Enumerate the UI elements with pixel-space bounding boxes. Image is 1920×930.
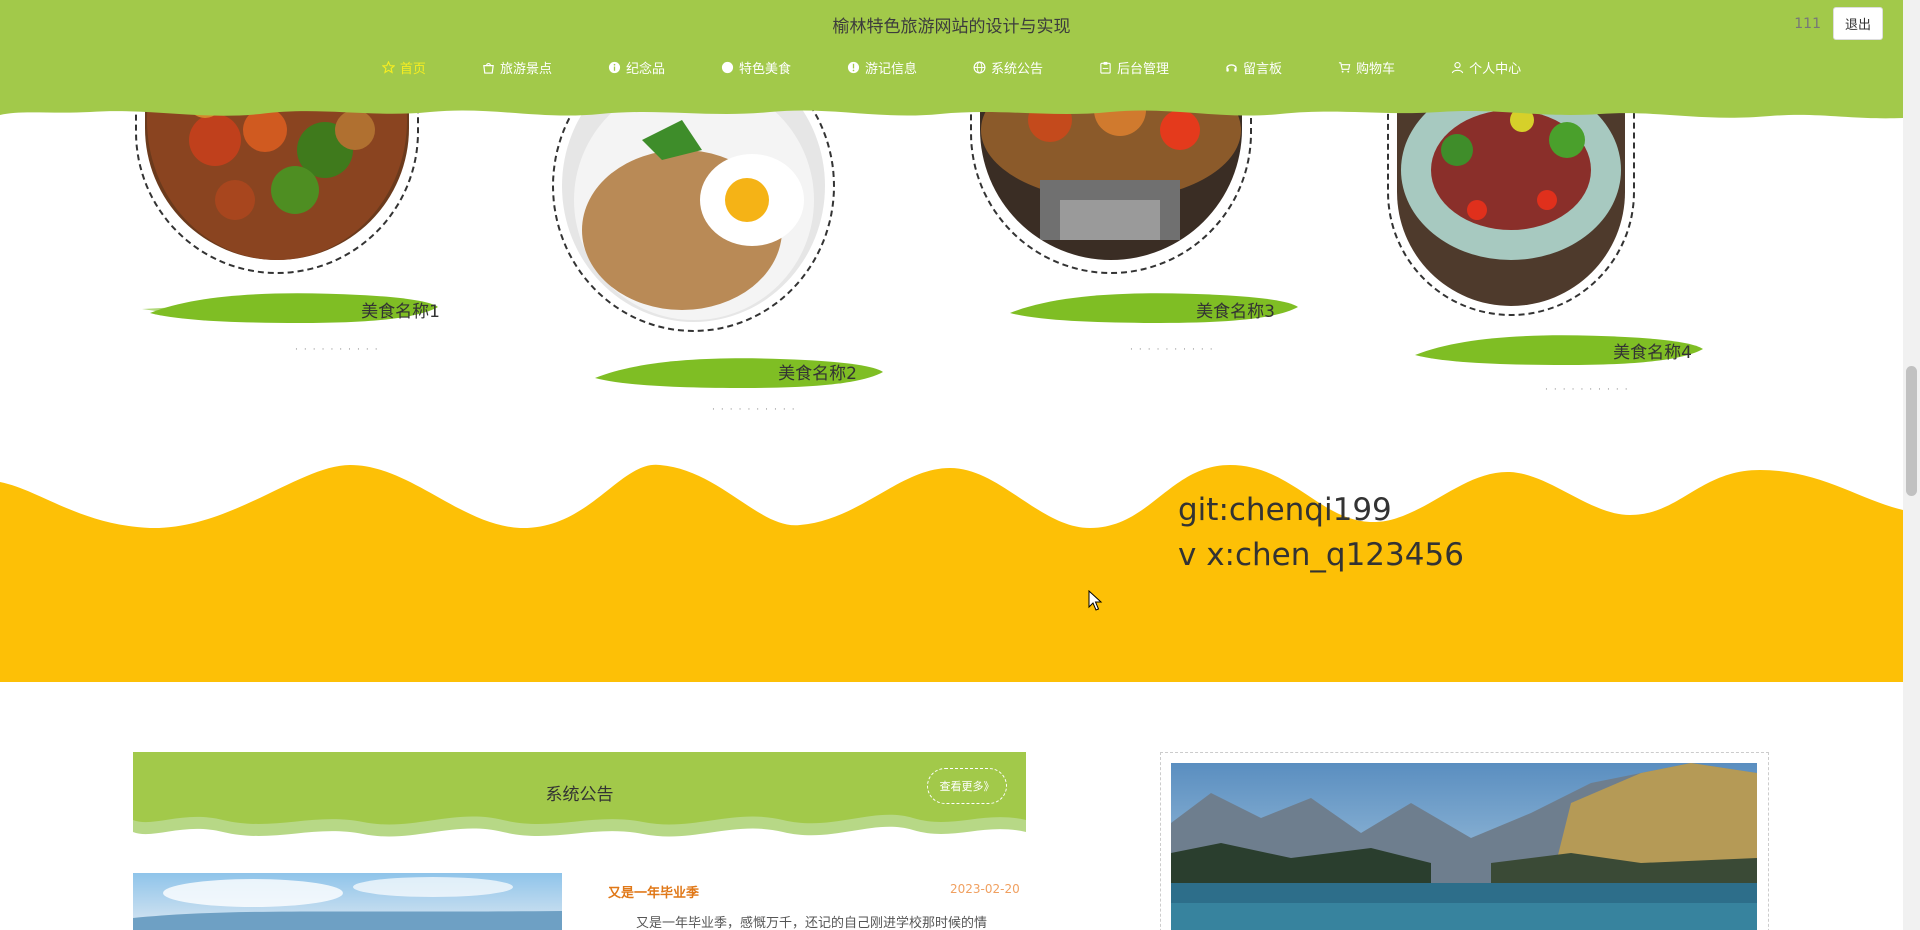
nav-label: 后台管理 — [1117, 62, 1170, 77]
nav-item-profile[interactable]: 个人中心 — [1423, 58, 1549, 77]
nav-item-souvenirs[interactable]: 纪念品 — [580, 58, 693, 77]
nav-item-home[interactable]: 首页 — [354, 58, 454, 77]
main-nav: 首页 旅游景点 纪念品 特色美食 游记信息 系统公告 后台管理 留言板 购物车 … — [0, 58, 1903, 77]
view-more-button[interactable]: 查看更多》 — [927, 768, 1007, 804]
headset-icon — [1226, 64, 1237, 72]
nav-label: 纪念品 — [625, 62, 665, 77]
notice-item-date: 2023-02-20 — [950, 882, 1020, 896]
clipboard-icon — [1100, 61, 1111, 74]
star-icon — [381, 61, 395, 74]
site-title: 榆林特色旅游网站的设计与实现 — [832, 17, 1071, 37]
cart-icon — [1338, 62, 1351, 73]
circle-icon — [721, 61, 734, 74]
nav-label: 购物车 — [1356, 62, 1396, 77]
info-circle-icon — [608, 61, 621, 74]
nav-label: 游记信息 — [864, 62, 917, 77]
food-dots: ·········· — [1545, 385, 1634, 395]
nav-label: 特色美食 — [738, 62, 791, 77]
user-area: 111 退出 — [1794, 7, 1883, 40]
yellow-wave-band — [0, 464, 1903, 682]
food-dots: ·········· — [1130, 345, 1219, 355]
nav-label: 系统公告 — [991, 62, 1044, 77]
username: 111 — [1794, 15, 1821, 32]
contact-text: git:chenqi199 v x:chen_q123456 — [1178, 488, 1464, 578]
food-name[interactable]: 美食名称4 — [1582, 338, 1692, 363]
info-circle-icon — [847, 61, 860, 74]
globe-icon — [973, 61, 986, 74]
scrollbar-thumb[interactable] — [1906, 366, 1917, 496]
nav-label: 首页 — [399, 62, 426, 77]
food-dots: ·········· — [712, 405, 801, 415]
notice-image[interactable] — [133, 873, 562, 930]
user-icon — [1451, 62, 1464, 74]
nav-item-attractions[interactable]: 旅游景点 — [454, 58, 580, 77]
site-header: 榆林特色旅游网站的设计与实现 111 退出 首页 旅游景点 纪念品 特色美食 游… — [0, 0, 1903, 125]
nav-item-travel-notes[interactable]: 游记信息 — [819, 58, 945, 77]
wechat-text: v x:chen_q123456 — [1178, 537, 1464, 573]
food-name[interactable]: 美食名称1 — [330, 297, 440, 322]
git-text: git:chenqi199 — [1178, 492, 1392, 528]
nav-item-food[interactable]: 特色美食 — [693, 58, 819, 77]
notice-section-title: 系统公告 — [545, 785, 614, 805]
nav-item-message-board[interactable]: 留言板 — [1197, 58, 1310, 77]
nav-item-announcements[interactable]: 系统公告 — [945, 58, 1071, 77]
page: 美食名称1 ·········· 美食名称2 ·········· 美食名称3 … — [0, 0, 1903, 930]
nav-label: 旅游景点 — [499, 62, 552, 77]
bag-icon — [483, 62, 494, 74]
nav-item-admin[interactable]: 后台管理 — [1071, 58, 1197, 77]
notice-item-title[interactable]: 又是一年毕业季 — [608, 882, 699, 901]
nav-item-cart[interactable]: 购物车 — [1310, 58, 1423, 77]
logout-button[interactable]: 退出 — [1832, 7, 1883, 40]
nav-label: 个人中心 — [1469, 62, 1522, 77]
mouse-cursor-icon — [1088, 590, 1103, 611]
food-name[interactable]: 美食名称3 — [1165, 297, 1275, 322]
side-landscape-image[interactable] — [1171, 763, 1757, 930]
food-name[interactable]: 美食名称2 — [747, 359, 857, 384]
food-dots: ·········· — [295, 345, 384, 355]
nav-label: 留言板 — [1243, 62, 1283, 77]
notice-item-summary: 又是一年毕业季，感慨万千，还记的自己刚进学校那时候的情 — [636, 916, 988, 930]
